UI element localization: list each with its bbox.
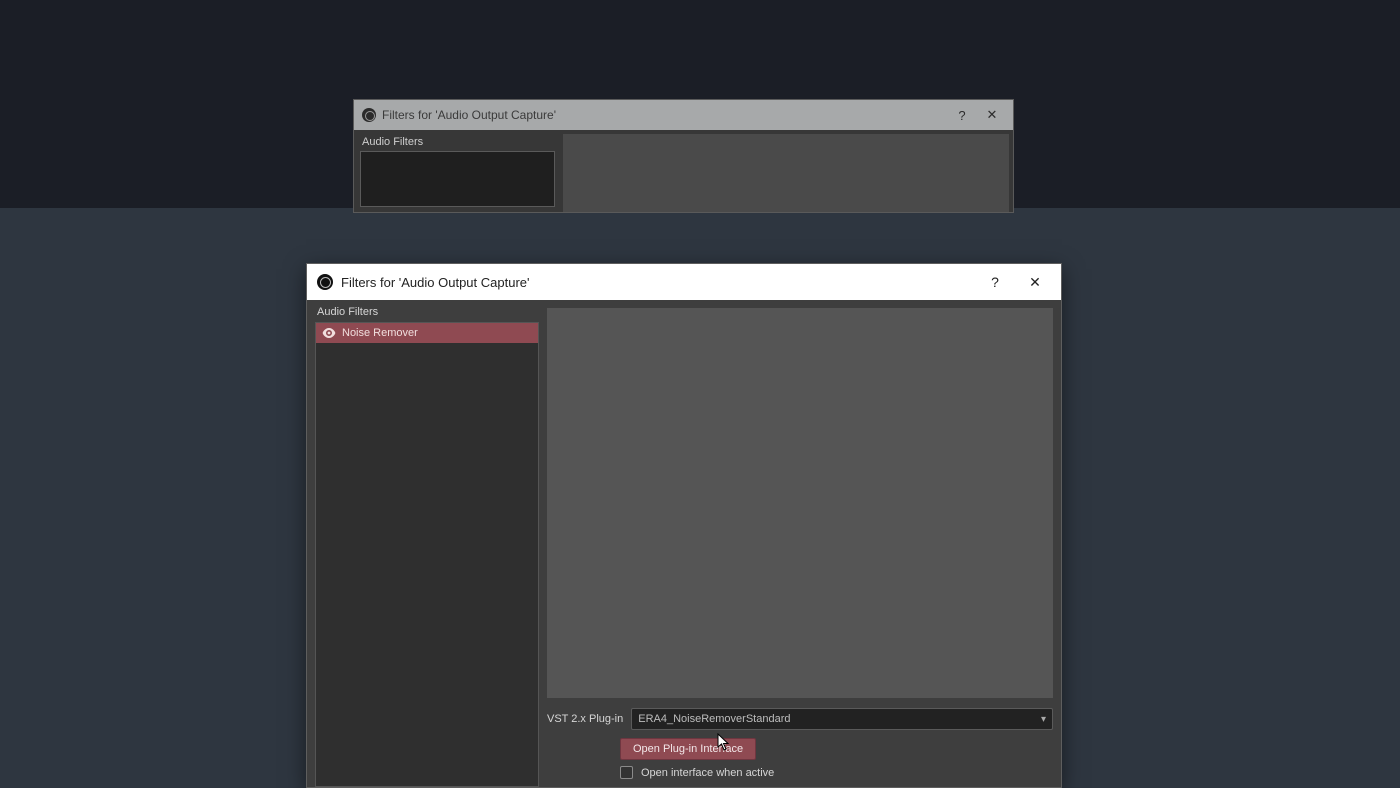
audio-filters-label: Audio Filters (307, 300, 539, 322)
filters-dialog-active: Filters for 'Audio Output Capture' ? ✕ A… (306, 263, 1062, 788)
help-button[interactable]: ? (947, 100, 977, 130)
titlebar[interactable]: Filters for 'Audio Output Capture' ? ✕ (307, 264, 1061, 300)
filters-dialog-inactive: Filters for 'Audio Output Capture' ? ✕ A… (353, 99, 1014, 213)
filter-item-noise-remover[interactable]: Noise Remover (316, 323, 538, 343)
chevron-down-icon: ▾ (1041, 714, 1046, 725)
visibility-eye-icon[interactable] (322, 328, 336, 338)
obs-icon (362, 108, 376, 122)
open-interface-when-active-checkbox[interactable] (620, 766, 633, 779)
filter-list[interactable] (360, 151, 555, 207)
window-title: Filters for 'Audio Output Capture' (341, 275, 530, 290)
filter-preview-panel (547, 308, 1053, 698)
vst-plugin-selected-value: ERA4_NoiseRemoverStandard (638, 713, 790, 725)
filter-item-label: Noise Remover (342, 327, 418, 339)
audio-filters-label: Audio Filters (360, 134, 555, 151)
open-interface-when-active-label: Open interface when active (641, 767, 774, 779)
window-title: Filters for 'Audio Output Capture' (382, 108, 556, 122)
titlebar: Filters for 'Audio Output Capture' ? ✕ (354, 100, 1013, 130)
obs-icon (317, 274, 333, 290)
filter-preview-panel (563, 134, 1009, 212)
open-plugin-interface-button[interactable]: Open Plug-in Interface (620, 738, 756, 760)
filter-list[interactable]: Noise Remover (315, 322, 539, 787)
close-button[interactable]: ✕ (1015, 264, 1055, 300)
close-button[interactable]: ✕ (977, 100, 1007, 130)
vst-plugin-select[interactable]: ERA4_NoiseRemoverStandard ▾ (631, 708, 1053, 730)
help-button[interactable]: ? (975, 264, 1015, 300)
vst-plugin-label: VST 2.x Plug-in (547, 713, 623, 725)
